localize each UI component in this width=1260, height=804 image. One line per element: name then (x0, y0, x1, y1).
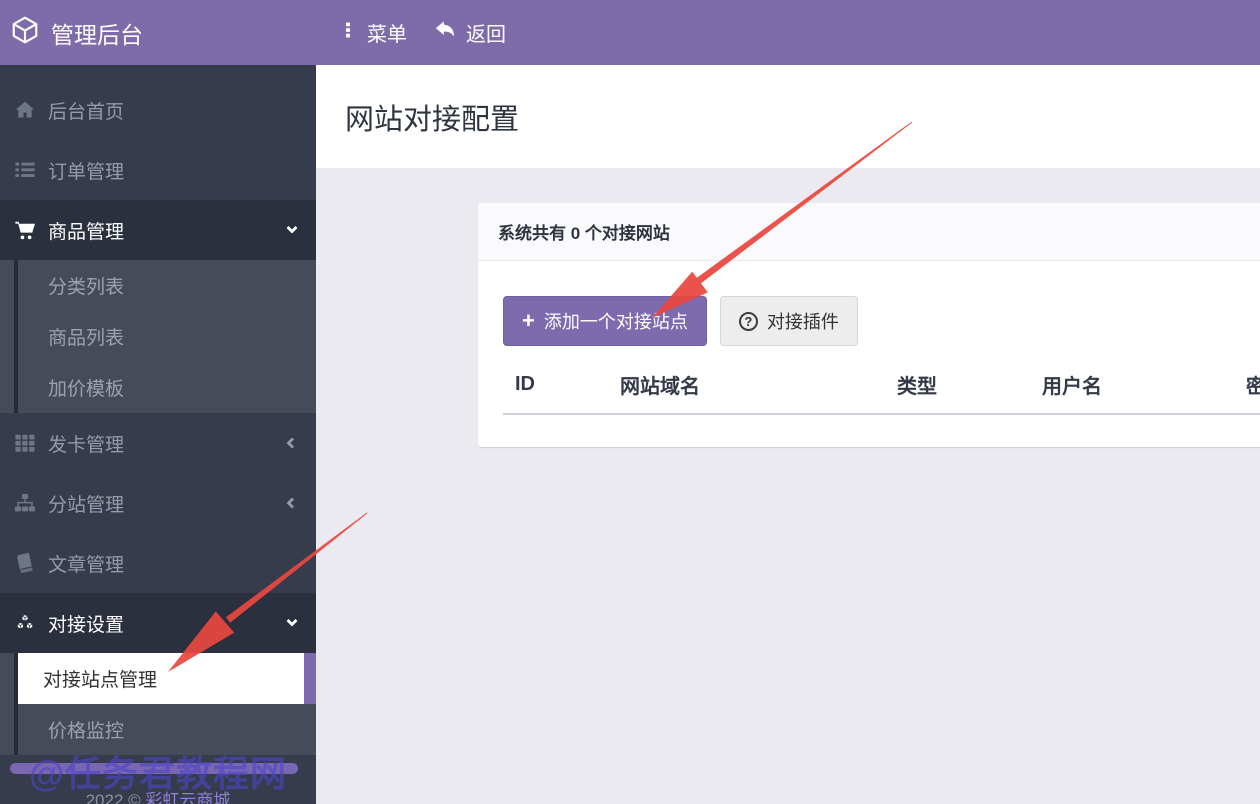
sidebar-subitem-price-monitor[interactable]: 价格监控 (0, 704, 316, 755)
footer-brand-link[interactable]: 彩虹云商城 (145, 791, 230, 804)
sidebar-item-orders[interactable]: 订单管理 (0, 140, 316, 200)
cube-logo-icon (10, 15, 40, 50)
sidebar-item-label: 文章管理 (48, 550, 296, 577)
col-header-id: ID (503, 356, 608, 414)
grid-icon (12, 432, 38, 454)
chevron-left-icon (286, 437, 297, 448)
cart-icon (12, 219, 38, 241)
sidebar-item-label: 分站管理 (48, 490, 288, 517)
sidebar-item-products[interactable]: 商品管理 (0, 200, 316, 260)
page-header: 网站对接配置 (316, 65, 1260, 168)
subitem-label: 商品列表 (48, 323, 124, 350)
footer-year: 2022 © (86, 791, 141, 804)
integration-panel: 系统共有 0 个对接网站 + 添加一个对接站点 ? 对接插件 (478, 203, 1260, 447)
table-header-row: ID 网站域名 类型 用户名 密码 (503, 356, 1260, 414)
sidebar-item-label: 订单管理 (48, 157, 296, 184)
submenu-products-wrap: 分类列表 商品列表 加价模板 (0, 260, 316, 413)
sidebar-subitem-categories[interactable]: 分类列表 (0, 260, 316, 311)
col-header-username: 用户名 (1030, 356, 1234, 414)
topbar: 管理后台 菜单 返回 (0, 0, 1260, 65)
plugin-button-label: 对接插件 (767, 308, 839, 334)
sites-table: ID 网站域名 类型 用户名 密码 (503, 356, 1260, 415)
back-label: 返回 (466, 18, 506, 47)
sidebar-item-substations[interactable]: 分站管理 (0, 473, 316, 533)
plus-icon: + (522, 310, 535, 332)
ellipsis-v-icon (338, 18, 358, 48)
home-icon (12, 99, 38, 121)
subitem-label: 分类列表 (48, 272, 124, 299)
sidebar-subitem-integration-sites[interactable]: 对接站点管理 (18, 653, 316, 704)
sidebar-subitem-markup-template[interactable]: 加价模板 (0, 362, 316, 413)
list-icon (12, 159, 38, 181)
sidebar-item-integration[interactable]: 对接设置 (0, 593, 316, 653)
submenu-integration-wrap: 对接站点管理 价格监控 (0, 653, 316, 755)
sidebar-item-cards[interactable]: 发卡管理 (0, 413, 316, 473)
subitem-label: 加价模板 (48, 374, 124, 401)
app-title: 管理后台 (51, 16, 143, 50)
button-row: + 添加一个对接站点 ? 对接插件 (503, 296, 1260, 346)
page-title: 网站对接配置 (345, 96, 519, 138)
panel-header: 系统共有 0 个对接网站 (478, 203, 1260, 261)
sidebar-nav: 后台首页 订单管理 商品管理 (0, 65, 316, 755)
sidebar-item-label: 后台首页 (48, 97, 296, 124)
topnav: 菜单 返回 (338, 18, 506, 48)
cubes-icon (12, 612, 38, 634)
chevron-down-icon (286, 615, 297, 626)
sidebar-subitem-product-list[interactable]: 商品列表 (0, 311, 316, 362)
plugin-button[interactable]: ? 对接插件 (720, 296, 858, 346)
book-icon (12, 552, 38, 574)
panel-body: + 添加一个对接站点 ? 对接插件 ID (478, 261, 1260, 447)
col-header-password: 密码 (1234, 356, 1260, 414)
add-site-button-label: 添加一个对接站点 (544, 308, 688, 334)
subitem-label: 价格监控 (48, 716, 124, 743)
sidebar: 后台首页 订单管理 商品管理 (0, 65, 316, 804)
chevron-down-icon (286, 222, 297, 233)
watermark-bar (10, 763, 298, 774)
sidebar-item-label: 对接设置 (48, 610, 288, 637)
content: 系统共有 0 个对接网站 + 添加一个对接站点 ? 对接插件 (316, 168, 1260, 447)
menu-label: 菜单 (367, 18, 407, 47)
add-site-button[interactable]: + 添加一个对接站点 (503, 296, 707, 346)
chevron-left-icon (286, 497, 297, 508)
sidebar-footer: 2022 © 彩虹云商城 (0, 786, 316, 804)
main-area: 网站对接配置 系统共有 0 个对接网站 + 添加一个对接站点 ? 对接插件 (316, 65, 1260, 804)
sidebar-item-dashboard[interactable]: 后台首页 (0, 80, 316, 140)
brand[interactable]: 管理后台 (0, 15, 316, 50)
reply-arrow-icon (433, 19, 457, 47)
question-circle-icon: ? (739, 312, 758, 331)
col-header-domain: 网站域名 (608, 356, 885, 414)
sidebar-item-label: 商品管理 (48, 217, 288, 244)
sidebar-item-articles[interactable]: 文章管理 (0, 533, 316, 593)
back-button[interactable]: 返回 (433, 18, 506, 47)
col-header-type: 类型 (885, 356, 1030, 414)
menu-toggle-button[interactable]: 菜单 (338, 18, 407, 48)
sidebar-item-label: 发卡管理 (48, 430, 288, 457)
submenu-products: 分类列表 商品列表 加价模板 (0, 260, 316, 413)
sitemap-icon (12, 492, 38, 514)
submenu-integration: 对接站点管理 价格监控 (0, 653, 316, 755)
subitem-label: 对接站点管理 (43, 665, 157, 692)
